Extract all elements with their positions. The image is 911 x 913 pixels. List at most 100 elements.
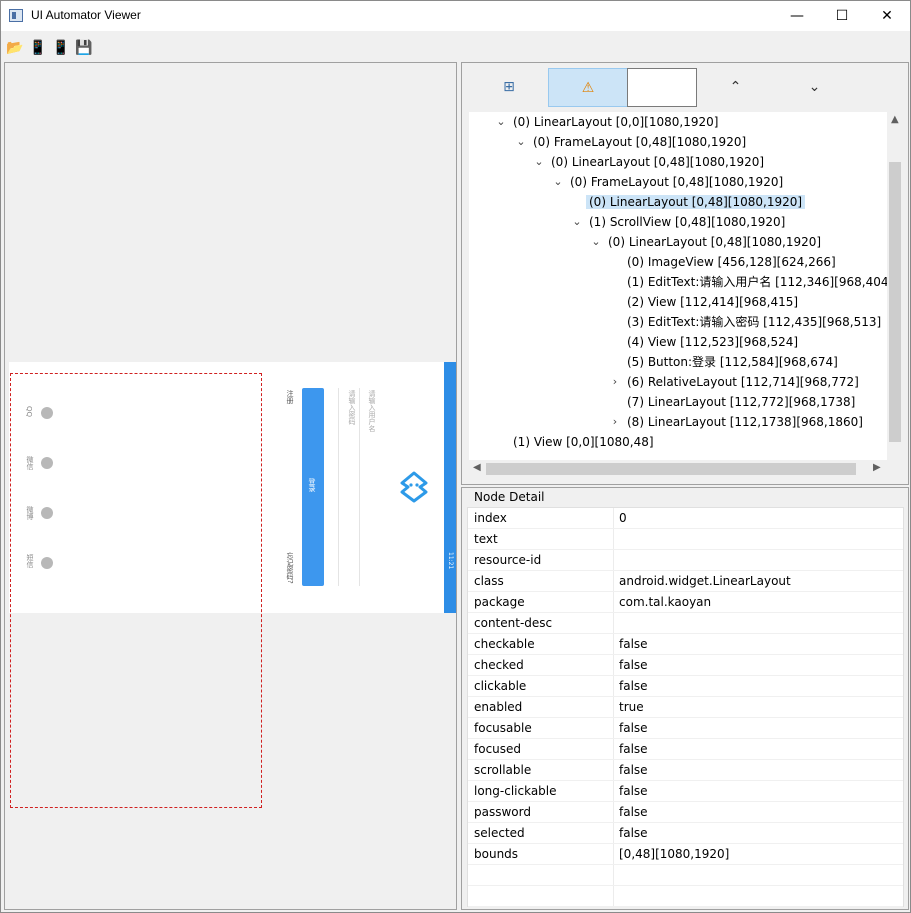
detail-value: false — [619, 742, 648, 756]
detail-row[interactable]: text — [468, 529, 903, 550]
close-button[interactable]: ✕ — [864, 1, 910, 31]
tree-node[interactable]: (5) Button:登录 [112,584][968,674] — [627, 352, 838, 372]
tree-node-label: (1) View [0,0][1080,48] — [513, 435, 654, 449]
detail-row[interactable]: package com.tal.kaoyan — [468, 592, 903, 613]
tree-node[interactable]: (2) View [112,414][968,415] — [627, 292, 798, 312]
chevron-down-icon[interactable]: ⌄ — [571, 212, 583, 232]
toggle-nan-warning-button[interactable]: ⚠ — [548, 68, 628, 107]
chevron-right-icon[interactable]: › — [609, 412, 621, 432]
tree-node-label: (0) FrameLayout [0,48][1080,1920] — [533, 135, 747, 149]
tree-node[interactable]: ⌄ (0) LinearLayout [0,48][1080,1920] — [534, 152, 764, 172]
detail-row[interactable]: password false — [468, 802, 903, 823]
detail-row[interactable]: checked false — [468, 655, 903, 676]
filter-button[interactable] — [627, 68, 697, 107]
tree-node-label: (4) View [112,523][968,524] — [627, 335, 799, 349]
detail-value: false — [619, 637, 648, 651]
chevron-down-icon[interactable]: ⌄ — [552, 172, 564, 192]
status-bar: 11:21 — [444, 362, 456, 613]
expand-all-button[interactable]: ⊞ — [469, 68, 549, 107]
hierarchy-pane: ⊞ ⚠ ⌃ ⌄ ⌄ (0) LinearLayout [0,0][1080,192… — [461, 62, 909, 485]
forgot-password-link[interactable]: 忘记密码? — [285, 552, 295, 584]
detail-row[interactable]: focused false — [468, 739, 903, 760]
tree-node[interactable]: (0) LinearLayout [0,48][1080,1920] — [586, 192, 806, 212]
detail-key: content-desc — [474, 616, 553, 630]
minimize-button[interactable]: — — [774, 1, 820, 31]
save-icon[interactable]: 💾 — [75, 40, 92, 56]
detail-key: long-clickable — [474, 784, 557, 798]
detail-row[interactable]: clickable false — [468, 676, 903, 697]
detail-key: text — [474, 532, 498, 546]
tree-node[interactable]: (7) LinearLayout [112,772][968,1738] — [627, 392, 855, 412]
detail-row[interactable]: class android.widget.LinearLayout — [468, 571, 903, 592]
detail-key: focusable — [474, 721, 532, 735]
tree-node[interactable]: ⌄ (0) FrameLayout [0,48][1080,1920] — [553, 172, 783, 192]
tree-node[interactable]: ⌄ (1) ScrollView [0,48][1080,1920] — [572, 212, 786, 232]
device-screenshot-icon[interactable]: 📱 — [29, 40, 46, 56]
chevron-down-icon[interactable]: ⌄ — [495, 112, 507, 132]
detail-key: checked — [474, 658, 524, 672]
tree-node-label: (0) ImageView [456,128][624,266] — [627, 255, 836, 269]
tree-node[interactable]: (1) View [0,0][1080,48] — [513, 432, 654, 452]
chevron-down-icon[interactable]: ⌄ — [515, 132, 527, 152]
tree-node-label: (5) Button:登录 [112,584][968,674] — [627, 355, 838, 369]
detail-row[interactable]: scrollable false — [468, 760, 903, 781]
tree-node[interactable]: (0) ImageView [456,128][624,266] — [627, 252, 836, 272]
tree-node[interactable]: (3) EditText:请输入密码 [112,435][968,513] — [627, 312, 881, 332]
password-hint: 请输入密码 — [348, 390, 356, 425]
previous-node-button[interactable]: ⌃ — [698, 68, 773, 107]
node-detail-pane: Node Detail index 0 text resource-id class an… — [461, 487, 909, 910]
tree-node[interactable]: (1) EditText:请输入用户名 [112,346][968,404] — [627, 272, 887, 292]
scroll-left-arrow-icon[interactable]: ◀ — [473, 462, 481, 473]
register-link[interactable]: 注册 — [285, 390, 295, 404]
detail-row-empty — [468, 865, 903, 886]
detail-key: class — [474, 574, 504, 588]
detail-row[interactable]: index 0 — [468, 508, 903, 529]
maximize-button[interactable]: ☐ — [819, 1, 865, 31]
detail-row[interactable]: content-desc — [468, 613, 903, 634]
login-button[interactable]: 登录 — [302, 388, 324, 586]
tree-node[interactable]: (4) View [112,523][968,524] — [627, 332, 798, 352]
tree-horizontal-scrollbar[interactable]: ◀ ▶ — [469, 460, 887, 477]
tree-node-label: (6) RelativeLayout [112,714][968,772] — [627, 375, 859, 389]
open-folder-icon[interactable]: 📂 — [6, 40, 23, 56]
detail-value: [0,48][1080,1920] — [619, 847, 730, 861]
horizontal-scroll-thumb[interactable] — [486, 463, 856, 475]
chevron-down-icon[interactable]: ⌄ — [590, 232, 602, 252]
detail-row[interactable]: enabled true — [468, 697, 903, 718]
detail-row[interactable]: resource-id — [468, 550, 903, 571]
app-icon — [9, 9, 23, 22]
screenshot-pane[interactable]: 11:21 请输入用户名 请输入密码 登录 注册 忘记密码? QQ 微信 微博 — [4, 62, 457, 910]
tree-node[interactable]: › (6) RelativeLayout [112,714][968,772] — [613, 372, 859, 392]
tree-node-label: (1) ScrollView [0,48][1080,1920] — [589, 215, 786, 229]
next-node-button[interactable]: ⌄ — [777, 68, 852, 107]
device-screenshot-compressed-icon[interactable]: 📱 — [52, 40, 69, 56]
username-hint: 请输入用户名 — [368, 390, 376, 432]
node-detail-table[interactable]: index 0 text resource-id class android.widget… — [467, 507, 904, 907]
detail-value: false — [619, 805, 648, 819]
tree-node-label: (0) LinearLayout [0,48][1080,1920] — [608, 235, 822, 249]
detail-key: package — [474, 595, 525, 609]
selection-highlight — [10, 373, 262, 808]
detail-key: scrollable — [474, 763, 532, 777]
scroll-right-arrow-icon[interactable]: ▶ — [873, 462, 881, 473]
detail-row[interactable]: bounds [0,48][1080,1920] — [468, 844, 903, 865]
tree-vertical-scrollbar[interactable]: ▲ — [887, 112, 903, 460]
detail-row[interactable]: selected false — [468, 823, 903, 844]
title-bar[interactable]: UI Automator Viewer — ☐ ✕ — [1, 1, 910, 31]
scroll-up-arrow-icon[interactable]: ▲ — [891, 114, 899, 125]
tree-node[interactable]: ⌄ (0) LinearLayout [0,48][1080,1920] — [591, 232, 822, 252]
detail-row[interactable]: long-clickable false — [468, 781, 903, 802]
tree-node-label: (0) LinearLayout [0,0][1080,1920] — [513, 115, 719, 129]
chevron-right-icon[interactable]: › — [609, 372, 621, 392]
vertical-scroll-thumb[interactable] — [889, 162, 901, 442]
detail-key: clickable — [474, 679, 527, 693]
hierarchy-tree[interactable]: ⌄ (0) LinearLayout [0,0][1080,1920] ⌄ (0) F… — [469, 112, 887, 460]
tree-node[interactable]: ⌄ (0) FrameLayout [0,48][1080,1920] — [516, 132, 747, 152]
detail-row[interactable]: focusable false — [468, 718, 903, 739]
tree-node[interactable]: ⌄ (0) LinearLayout [0,0][1080,1920] — [496, 112, 719, 132]
chevron-down-icon[interactable]: ⌄ — [533, 152, 545, 172]
username-divider — [359, 388, 360, 586]
tree-node[interactable]: › (8) LinearLayout [112,1738][968,1860] — [613, 412, 863, 432]
detail-row[interactable]: checkable false — [468, 634, 903, 655]
detail-value: false — [619, 763, 648, 777]
